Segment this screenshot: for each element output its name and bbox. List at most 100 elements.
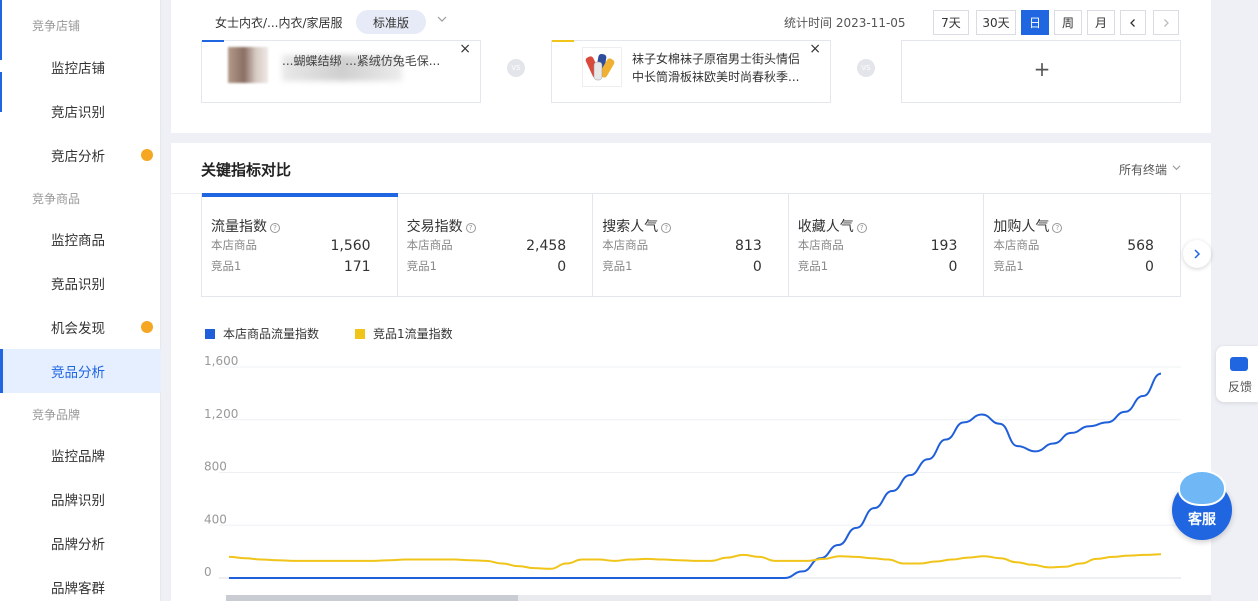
series-line-own[interactable] <box>229 372 1162 579</box>
elephant-mascot-icon <box>1178 470 1226 506</box>
sidebar-item-label: 竞品分析 <box>51 365 105 381</box>
metrics-row: 流量指数? 本店商品 竞品1 1,560 171 交易指数? 本店商品 竞品1 … <box>201 193 1181 297</box>
legend-entry-own[interactable]: 本店商品流量指数 <box>205 325 319 342</box>
sidebar-item-opportunity[interactable]: 机会发现 <box>0 305 161 349</box>
sidebar-item-store-identify[interactable]: 竞店识别 <box>0 89 161 133</box>
period-month-button[interactable]: 月 <box>1087 10 1115 35</box>
competitor-label: 竞品1 <box>211 259 242 273</box>
horizontal-scrollbar[interactable] <box>226 595 1211 601</box>
competitor-value: 0 <box>752 259 762 275</box>
y-tick-label: 800 <box>204 460 227 474</box>
sidebar-item-product-analysis[interactable]: 竞品分析 <box>0 349 161 393</box>
period-week-button[interactable]: 周 <box>1054 10 1082 35</box>
product-title: 袜子女棉袜子原宿男士街头情侣 中长筒滑板袜欧美时尚春秋季... <box>632 50 812 86</box>
sidebar-item-brand-identify[interactable]: 品牌识别 <box>0 477 161 521</box>
help-icon[interactable]: ? <box>465 223 476 233</box>
help-icon[interactable]: ? <box>661 223 672 233</box>
traffic-line-chart: 0 400 800 1,200 1,600 <box>204 354 1181 579</box>
help-icon[interactable]: ? <box>1052 223 1063 233</box>
scrollbar-thumb[interactable] <box>226 595 518 601</box>
terminal-select[interactable]: 所有终端 <box>1119 161 1167 178</box>
competitor-label: 竞品1 <box>406 259 437 273</box>
sidebar-item-label: 监控商品 <box>51 233 105 249</box>
plus-icon: + <box>1033 57 1051 81</box>
sidebar-item-monitor-stores[interactable]: 监控店铺 <box>0 45 161 89</box>
customer-service-button[interactable]: 客服 <box>1172 470 1232 540</box>
own-label: 本店商品 <box>993 238 1040 252</box>
socks-image <box>585 53 615 81</box>
customer-service-label: 客服 <box>1188 512 1216 528</box>
metric-name-text: 流量指数 <box>211 219 267 235</box>
chevron-down-icon[interactable] <box>1172 163 1181 172</box>
metric-name: 加购人气? <box>993 216 1063 236</box>
metric-favorite[interactable]: 收藏人气? 本店商品 竞品1 193 0 <box>789 194 985 296</box>
legend-entry-competitor[interactable]: 竞品1流量指数 <box>355 325 453 342</box>
new-dot-icon <box>141 149 153 161</box>
feedback-button[interactable]: 反馈 <box>1216 346 1258 402</box>
new-dot-icon <box>141 321 153 333</box>
chevron-right-icon <box>1164 18 1169 27</box>
metric-name: 收藏人气? <box>798 216 867 236</box>
own-label: 本店商品 <box>797 238 844 252</box>
close-icon[interactable]: × <box>459 41 471 57</box>
sidebar-item-label: 机会发现 <box>51 321 105 337</box>
competitor-value: 171 <box>343 259 371 275</box>
sidebar-item-label: 竞店识别 <box>51 105 105 121</box>
own-value: 193 <box>930 238 958 254</box>
sidebar-item-label: 竞店分析 <box>51 149 105 165</box>
vs-badge: VS <box>507 59 525 77</box>
compare-own-product[interactable]: ...蝴蝶结绑 ...紧绒仿兔毛保... × <box>201 40 481 103</box>
close-icon[interactable]: × <box>809 41 821 57</box>
y-tick-label: 1,600 <box>204 354 238 368</box>
legend-label: 竞品1流量指数 <box>373 327 453 341</box>
sidebar-item-brand-audience[interactable]: 品牌客群 <box>0 565 161 601</box>
own-label: 本店商品 <box>602 238 649 252</box>
competitor-color-mark <box>552 40 574 42</box>
period-7d-button[interactable]: 7天 <box>933 10 969 35</box>
product-title-line: 中长筒滑板袜欧美时尚春秋季... <box>632 70 800 84</box>
sidebar-item-store-analysis[interactable]: 竞店分析 <box>0 133 161 177</box>
prev-date-button[interactable] <box>1120 10 1146 35</box>
sidebar-group-stores: 竞争店铺 <box>32 19 81 33</box>
feedback-label: 反馈 <box>1228 380 1253 394</box>
y-tick-label: 1,200 <box>204 407 238 421</box>
period-day-button[interactable]: 日 <box>1021 10 1049 35</box>
own-value: 1,560 <box>330 238 371 254</box>
metric-search[interactable]: 搜索人气? 本店商品 竞品1 813 0 <box>593 194 789 296</box>
legend-label: 本店商品流量指数 <box>223 327 320 341</box>
add-compare-slot[interactable]: + <box>901 40 1181 103</box>
section-title: 关键指标对比 <box>201 161 292 179</box>
metric-traffic[interactable]: 流量指数? 本店商品 竞品1 1,560 171 <box>202 193 398 296</box>
metric-transaction[interactable]: 交易指数? 本店商品 竞品1 2,458 0 <box>398 194 594 296</box>
metric-name: 交易指数? <box>407 216 476 236</box>
category-breadcrumb[interactable]: 女士内衣/...内衣/家居服 <box>215 14 343 31</box>
metrics-next-button[interactable] <box>1183 240 1211 268</box>
sidebar-item-label: 监控品牌 <box>51 449 105 465</box>
competitor-value: 0 <box>1145 259 1154 275</box>
series-line-competitor[interactable] <box>228 553 1162 570</box>
period-30d-button[interactable]: 30天 <box>976 10 1016 35</box>
competitor-value: 0 <box>948 259 958 275</box>
chart-legend: 本店商品流量指数 竞品1流量指数 <box>205 325 489 342</box>
help-icon[interactable]: ? <box>270 223 280 233</box>
chat-icon <box>1230 357 1248 371</box>
legend-swatch <box>355 328 366 339</box>
sidebar-item-label: 竞品识别 <box>51 277 105 293</box>
metric-name: 流量指数? <box>211 216 280 236</box>
own-color-mark <box>202 40 224 42</box>
sidebar-item-brand-analysis[interactable]: 品牌分析 <box>0 521 161 565</box>
sidebar-item-product-identify[interactable]: 竞品识别 <box>0 261 161 305</box>
competitor-label: 竞品1 <box>602 259 633 273</box>
help-icon[interactable]: ? <box>856 223 867 233</box>
sidebar-item-monitor-brands[interactable]: 监控品牌 <box>0 433 161 477</box>
vs-badge: VS <box>857 59 875 77</box>
metric-name-text: 加购人气 <box>993 219 1050 235</box>
metric-add-to-cart[interactable]: 加购人气? 本店商品 竞品1 568 0 <box>984 194 1180 296</box>
chevron-right-icon <box>1194 249 1201 259</box>
sidebar-item-monitor-products[interactable]: 监控商品 <box>0 217 161 261</box>
compare-competitor-product[interactable]: 袜子女棉袜子原宿男士街头情侣 中长筒滑板袜欧美时尚春秋季... × <box>551 40 831 103</box>
chevron-down-icon[interactable] <box>437 14 447 24</box>
next-date-button[interactable] <box>1153 10 1179 35</box>
sidebar-item-label: 品牌客群 <box>51 581 105 597</box>
competitor-label: 竞品1 <box>993 259 1024 273</box>
